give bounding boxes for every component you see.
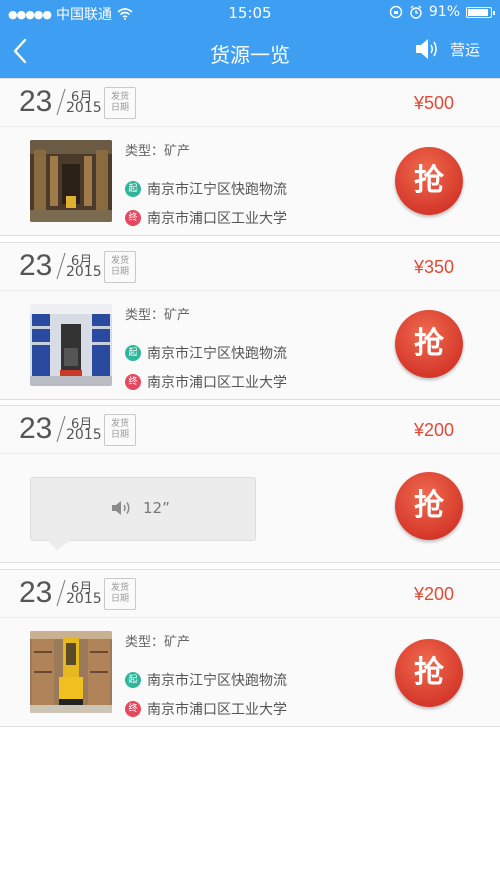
destination-badge: 终 [125, 209, 141, 226]
date-divider [56, 415, 66, 443]
ship-year: 2015 [66, 591, 102, 607]
cargo-photo [30, 631, 112, 713]
ship-date-tag: 发货 日期 [104, 414, 136, 446]
cargo-info: 类型：矿产 起 南京市江宁区快跑物流 终 南京市浦口区工业大学 [125, 635, 365, 723]
origin-row: 起 南京市江宁区快跑物流 [125, 338, 365, 367]
grab-order-button[interactable]: 抢 [395, 147, 463, 215]
destination-badge: 终 [125, 373, 141, 390]
date-divider [56, 88, 66, 116]
origin-badge: 起 [125, 180, 141, 197]
status-right: 91% [389, 4, 495, 20]
ship-date-tag: 发货 日期 [104, 578, 136, 610]
destination-row: 终 南京市浦口区工业大学 [125, 694, 365, 723]
voice-message-bubble[interactable]: 12” [30, 477, 256, 550]
battery-percent: 91% [428, 4, 460, 20]
ship-tag-line1: 发货 [110, 92, 129, 102]
price: ¥350 [413, 257, 454, 277]
card-header: 23 6月 2015 发货 日期 ¥500 [0, 79, 500, 127]
origin-badge: 起 [125, 344, 141, 361]
speaker-icon [112, 501, 130, 515]
cargo-photo [30, 304, 112, 386]
ship-day: 23 [19, 85, 53, 118]
cargo-card[interactable]: 23 6月 2015 发货 日期 ¥200 12” 抢 [0, 405, 500, 563]
origin-row: 起 南京市江宁区快跑物流 [125, 665, 365, 694]
cargo-info: 类型：矿产 起 南京市江宁区快跑物流 终 南京市浦口区工业大学 [125, 144, 365, 232]
ship-date-tag: 发货 日期 [104, 87, 136, 119]
cargo-type: 类型：矿产 [125, 308, 191, 323]
price: ¥200 [413, 420, 454, 440]
voice-message-play: 12” [111, 499, 170, 517]
grab-order-button[interactable]: 抢 [395, 472, 463, 540]
cargo-card[interactable]: 23 6月 2015 发货 日期 ¥500 类型：矿产 起 南京市江宁区快跑物流… [0, 78, 500, 236]
nav-bar: 货源一览 营运 [0, 26, 500, 78]
ship-year: 2015 [66, 264, 102, 280]
cargo-type: 类型：矿产 [125, 144, 191, 159]
destination-row: 终 南京市浦口区工业大学 [125, 203, 365, 232]
destination-address: 南京市浦口区工业大学 [147, 701, 287, 718]
ship-tag-line1: 发货 [110, 256, 129, 266]
ship-tag-line2: 日期 [110, 430, 129, 440]
status-bar: ●●●●● 中国联通 15:05 91% [0, 0, 500, 26]
destination-address: 南京市浦口区工业大学 [147, 374, 287, 391]
cargo-photo [30, 140, 112, 222]
ship-day: 23 [19, 249, 53, 282]
alarm-icon [410, 5, 422, 19]
price: ¥500 [413, 93, 454, 113]
card-header: 23 6月 2015 发货 日期 ¥200 [0, 570, 500, 618]
origin-row: 起 南京市江宁区快跑物流 [125, 174, 365, 203]
ship-tag-line2: 日期 [110, 594, 129, 604]
cargo-info: 类型：矿产 起 南京市江宁区快跑物流 终 南京市浦口区工业大学 [125, 308, 365, 396]
speaker-icon [416, 39, 437, 59]
ship-tag-line1: 发货 [110, 583, 129, 593]
grab-order-button[interactable]: 抢 [395, 639, 463, 707]
ship-day: 23 [19, 412, 53, 445]
grab-order-button[interactable]: 抢 [395, 310, 463, 378]
origin-address: 南京市江宁区快跑物流 [147, 672, 287, 689]
voice-button[interactable]: 营运 [414, 36, 480, 62]
destination-badge: 终 [125, 700, 141, 717]
price: ¥200 [413, 584, 454, 604]
ship-year: 2015 [66, 427, 102, 443]
ship-tag-line2: 日期 [110, 103, 129, 113]
destination-row: 终 南京市浦口区工业大学 [125, 367, 365, 396]
orientation-lock-icon [389, 5, 403, 19]
cargo-type: 类型：矿产 [125, 635, 191, 650]
ship-year: 2015 [66, 100, 102, 116]
battery-fill [468, 8, 488, 16]
origin-address: 南京市江宁区快跑物流 [147, 181, 287, 198]
cargo-card[interactable]: 23 6月 2015 发货 日期 ¥350 类型：矿产 起 南京市江宁区快跑物流… [0, 242, 500, 400]
origin-address: 南京市江宁区快跑物流 [147, 345, 287, 362]
date-divider [56, 252, 66, 280]
cargo-card[interactable]: 23 6月 2015 发货 日期 ¥200 类型：矿产 起 南京市江宁区快跑物流… [0, 569, 500, 727]
ship-day: 23 [19, 576, 53, 609]
ship-tag-line1: 发货 [110, 419, 129, 429]
ship-tag-line2: 日期 [110, 267, 129, 277]
origin-badge: 起 [125, 671, 141, 688]
ship-date-tag: 发货 日期 [104, 251, 136, 283]
voice-duration: 12” [143, 499, 170, 517]
battery-icon [466, 6, 495, 18]
card-header: 23 6月 2015 发货 日期 ¥350 [0, 243, 500, 291]
card-header: 23 6月 2015 发货 日期 ¥200 [0, 406, 500, 454]
date-divider [56, 579, 66, 607]
voice-label: 营运 [450, 40, 481, 59]
destination-address: 南京市浦口区工业大学 [147, 210, 287, 227]
